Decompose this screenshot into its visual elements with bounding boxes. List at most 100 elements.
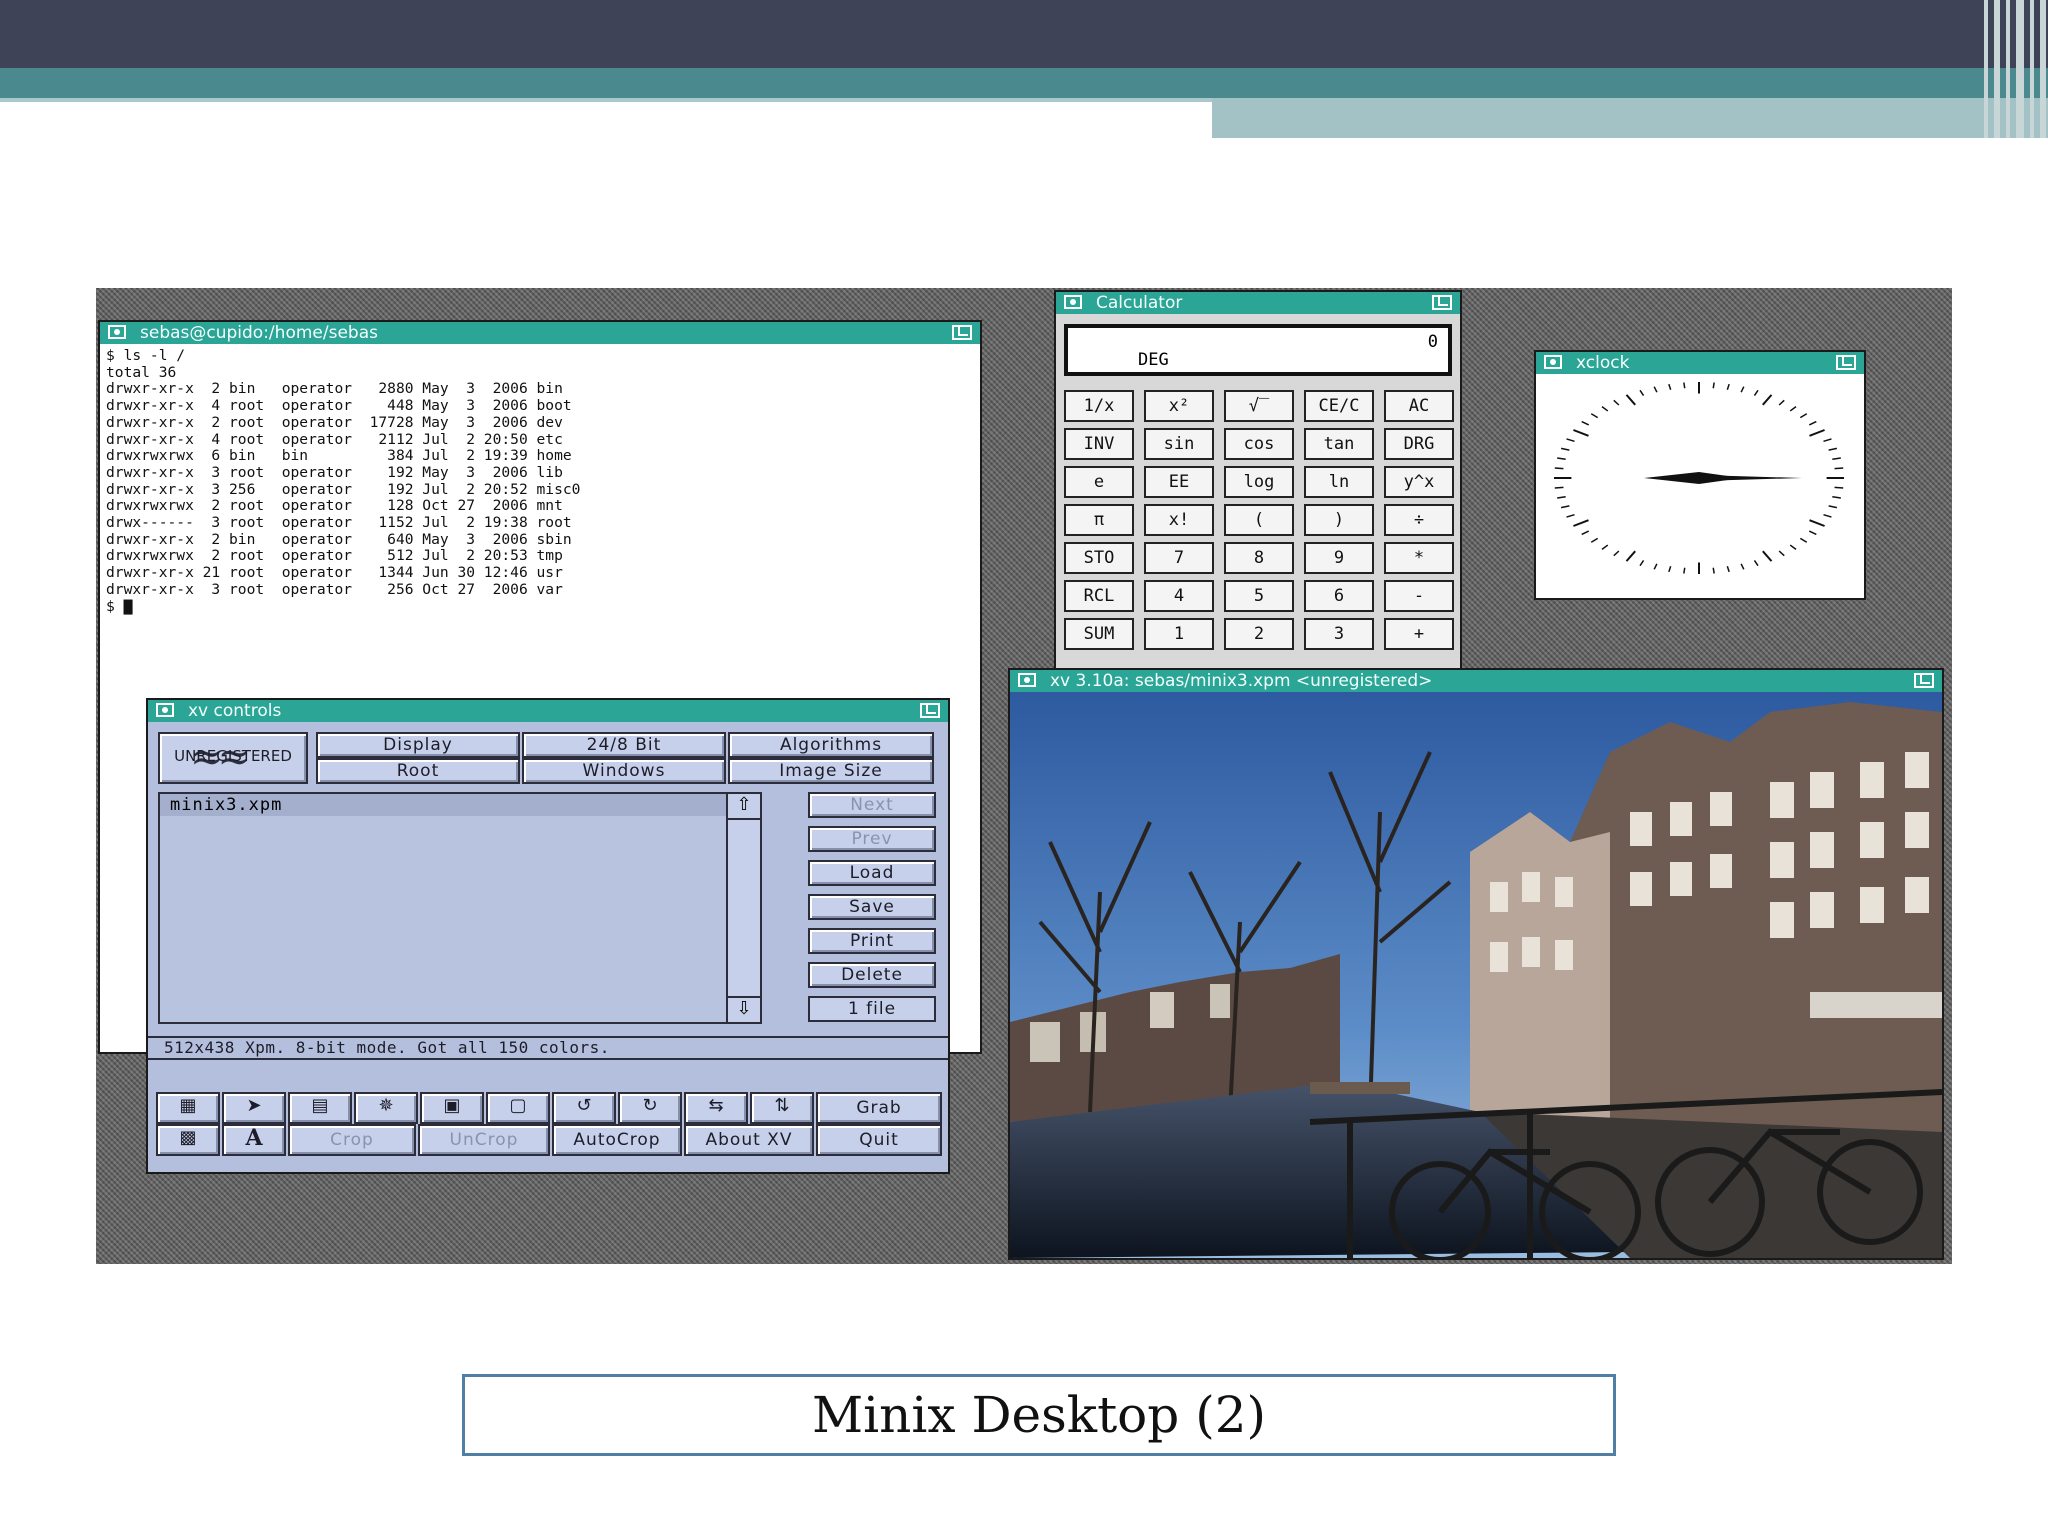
xv-image-titlebar[interactable]: xv 3.10a: sebas/minix3.xpm <unregistered… <box>1010 670 1942 692</box>
calculator-key[interactable]: tan <box>1304 428 1374 460</box>
clock-tick <box>1753 389 1759 396</box>
calculator-key[interactable]: 8 <box>1224 542 1294 574</box>
calculator-key[interactable]: x² <box>1144 390 1214 422</box>
next-button[interactable]: Next <box>808 792 936 818</box>
grab-button[interactable]: Grab <box>816 1092 942 1124</box>
window-menu-icon[interactable] <box>1018 673 1036 687</box>
flip-horizontal-icon[interactable]: ⇆ <box>684 1092 748 1124</box>
terminal-output[interactable]: $ ls -l / total 36 drwxr-xr-x 2 bin oper… <box>106 347 580 615</box>
calculator-key[interactable]: 1/x <box>1064 390 1134 422</box>
crop-button[interactable]: Crop <box>288 1124 416 1156</box>
autocrop-button[interactable]: AutoCrop <box>552 1124 682 1156</box>
maximize-icon[interactable] <box>1432 295 1452 310</box>
calculator-key[interactable]: 3 <box>1304 618 1374 650</box>
print-button[interactable]: Print <box>808 928 936 954</box>
calculator-key[interactable]: 4 <box>1144 580 1214 612</box>
tool-frame-icon[interactable]: ▢ <box>486 1092 550 1124</box>
list-item[interactable]: minix3.xpm <box>160 794 760 816</box>
tool-grid-icon[interactable]: ▦ <box>156 1092 220 1124</box>
maximize-icon[interactable] <box>952 325 972 340</box>
calculator-key[interactable]: SUM <box>1064 618 1134 650</box>
root-menu-button[interactable]: Root <box>316 758 520 784</box>
clock-tick <box>1625 550 1636 562</box>
calculator-key[interactable]: log <box>1224 466 1294 498</box>
calculator-key[interactable]: - <box>1384 580 1454 612</box>
tool-magic-icon[interactable]: ✵ <box>354 1092 418 1124</box>
calculator-key[interactable]: CE/C <box>1304 390 1374 422</box>
clock-tick <box>1809 519 1825 527</box>
calculator-key[interactable]: π <box>1064 504 1134 536</box>
maximize-icon[interactable] <box>1914 673 1934 688</box>
calculator-titlebar[interactable]: Calculator <box>1056 292 1460 314</box>
file-list-scrollbar[interactable]: ⇧ ⇩ <box>726 794 760 1022</box>
calculator-key[interactable]: ln <box>1304 466 1374 498</box>
clock-tick <box>1799 537 1808 543</box>
calculator-key[interactable]: DRG <box>1384 428 1454 460</box>
xv-controls-title: xv controls <box>188 701 282 721</box>
calculator-key[interactable]: AC <box>1384 390 1454 422</box>
clock-tick <box>1832 457 1841 460</box>
scroll-down-icon[interactable]: ⇩ <box>728 996 760 1022</box>
calculator-key[interactable]: 6 <box>1304 580 1374 612</box>
calculator-key[interactable]: ( <box>1224 504 1294 536</box>
calculator-key[interactable]: 7 <box>1144 542 1214 574</box>
calculator-key[interactable]: cos <box>1224 428 1294 460</box>
calculator-key[interactable]: ) <box>1304 504 1374 536</box>
calculator-key[interactable]: ÷ <box>1384 504 1454 536</box>
calculator-key[interactable]: √‾ <box>1224 390 1294 422</box>
calculator-key[interactable]: 1 <box>1144 618 1214 650</box>
maximize-icon[interactable] <box>1836 355 1856 370</box>
calculator-key[interactable]: + <box>1384 618 1454 650</box>
xv-logo-button[interactable]: ≈≈ UNREGISTERED <box>158 732 308 784</box>
tool-pointer-icon[interactable]: ➤ <box>222 1092 286 1124</box>
delete-button[interactable]: Delete <box>808 962 936 988</box>
text-tool-icon[interactable]: A <box>222 1124 286 1156</box>
calculator-key[interactable]: e <box>1064 466 1134 498</box>
calculator-key[interactable]: STO <box>1064 542 1134 574</box>
calculator-key[interactable]: sin <box>1144 428 1214 460</box>
load-button[interactable]: Load <box>808 860 936 886</box>
window-menu-icon[interactable] <box>1064 295 1082 309</box>
about-xv-button[interactable]: About XV <box>684 1124 814 1156</box>
clock-tick <box>1762 550 1773 562</box>
bit-depth-menu-button[interactable]: 24/8 Bit <box>522 732 726 758</box>
clock-tick <box>1573 519 1589 527</box>
tool-pattern-icon[interactable]: ▩ <box>156 1124 220 1156</box>
rotate-right-icon[interactable]: ↻ <box>618 1092 682 1124</box>
xclock-titlebar[interactable]: xclock <box>1536 352 1864 374</box>
maximize-icon[interactable] <box>920 703 940 718</box>
file-list[interactable]: minix3.xpm ⇧ ⇩ <box>158 792 762 1024</box>
tool-clipboard-icon[interactable]: ▤ <box>288 1092 352 1124</box>
algorithms-menu-button[interactable]: Algorithms <box>728 732 934 758</box>
uncrop-button[interactable]: UnCrop <box>418 1124 550 1156</box>
image-size-menu-button[interactable]: Image Size <box>728 758 934 784</box>
calculator-key[interactable]: 9 <box>1304 542 1374 574</box>
window-menu-icon[interactable] <box>108 325 126 339</box>
xv-image-window: xv 3.10a: sebas/minix3.xpm <unregistered… <box>1010 670 1942 1258</box>
calculator-key[interactable]: x! <box>1144 504 1214 536</box>
calculator-key[interactable]: y^x <box>1384 466 1454 498</box>
clock-tick <box>1639 389 1645 396</box>
windows-menu-button[interactable]: Windows <box>522 758 726 784</box>
calculator-key[interactable]: 2 <box>1224 618 1294 650</box>
clock-face <box>1554 382 1844 574</box>
calculator-key[interactable]: INV <box>1064 428 1134 460</box>
flip-vertical-icon[interactable]: ⇅ <box>750 1092 814 1124</box>
window-menu-icon[interactable] <box>1544 355 1562 369</box>
calculator-key[interactable]: 5 <box>1224 580 1294 612</box>
calculator-key[interactable]: EE <box>1144 466 1214 498</box>
prev-button[interactable]: Prev <box>808 826 936 852</box>
quit-button[interactable]: Quit <box>816 1124 942 1156</box>
terminal-titlebar[interactable]: sebas@cupido:/home/sebas <box>100 322 980 344</box>
calculator-key[interactable]: RCL <box>1064 580 1134 612</box>
clock-tick <box>1581 420 1590 426</box>
xv-controls-titlebar[interactable]: xv controls <box>148 700 948 722</box>
tool-screen-icon[interactable]: ▣ <box>420 1092 484 1124</box>
clock-tick <box>1554 467 1564 470</box>
rotate-left-icon[interactable]: ↺ <box>552 1092 616 1124</box>
scroll-up-icon[interactable]: ⇧ <box>728 794 760 820</box>
display-menu-button[interactable]: Display <box>316 732 520 758</box>
window-menu-icon[interactable] <box>156 703 174 717</box>
save-button[interactable]: Save <box>808 894 936 920</box>
calculator-key[interactable]: * <box>1384 542 1454 574</box>
